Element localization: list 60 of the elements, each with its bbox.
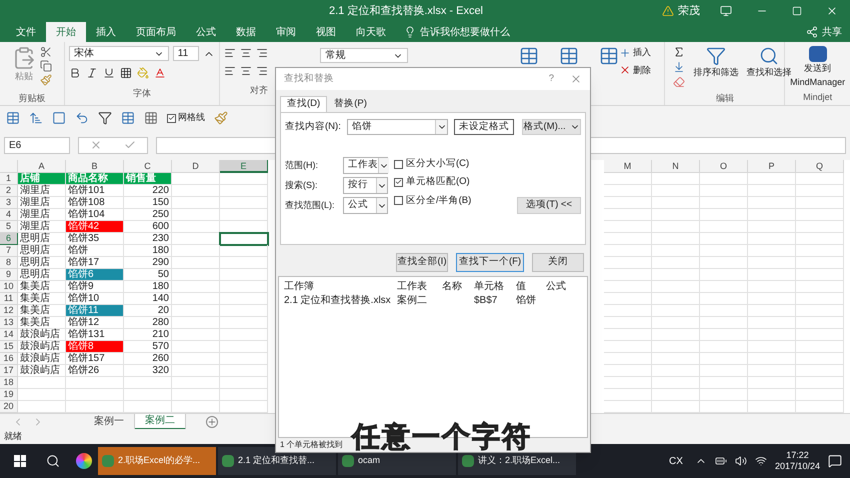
table-cell: 馅饼108 bbox=[66, 197, 124, 209]
group-label: 对齐 bbox=[250, 84, 269, 97]
table-cell: 馅饼42 bbox=[66, 221, 124, 233]
table-cell: 集美店 bbox=[18, 281, 66, 293]
table-cell: 鼓浪屿店 bbox=[18, 365, 66, 377]
table-cell: 商品名称 bbox=[66, 173, 124, 185]
table-cell: 馅饼101 bbox=[66, 185, 124, 197]
table-cell: 馅饼12 bbox=[66, 317, 124, 329]
table-cell: 230 bbox=[124, 233, 172, 245]
table-cell: 集美店 bbox=[18, 293, 66, 305]
table-cell: 290 bbox=[124, 257, 172, 269]
group-label: 字体 bbox=[132, 87, 151, 100]
table-cell: 馅饼8 bbox=[66, 341, 124, 353]
table-cell: 湖里店 bbox=[18, 197, 66, 209]
option-text: 区分大小写(C) bbox=[406, 157, 470, 171]
group-label: Mindjet bbox=[803, 91, 832, 104]
table-cell: 思明店 bbox=[18, 245, 66, 257]
table-cell: 馅饼6 bbox=[66, 269, 124, 281]
table-cell: 鼓浪屿店 bbox=[18, 353, 66, 365]
find-label: 查找内容(N): bbox=[285, 120, 341, 134]
table-cell: 280 bbox=[124, 317, 172, 329]
table-cell: 220 bbox=[124, 185, 172, 197]
table-cell: 600 bbox=[124, 221, 172, 233]
dialog-title: 查找和替换 bbox=[284, 72, 335, 86]
option-text: 区分全/半角(B) bbox=[406, 194, 472, 208]
table-cell: 180 bbox=[124, 245, 172, 257]
option-label: 查找范围(L): bbox=[285, 198, 336, 212]
table-cell: 馅饼35 bbox=[66, 233, 124, 245]
table-cell: 250 bbox=[124, 209, 172, 221]
table-cell: 馅饼26 bbox=[66, 365, 124, 377]
table-cell: 570 bbox=[124, 341, 172, 353]
table-cell: 260 bbox=[124, 353, 172, 365]
table-cell: 150 bbox=[124, 197, 172, 209]
option-label: 范围(H): bbox=[285, 158, 319, 172]
table-cell: 思明店 bbox=[18, 257, 66, 269]
format-preview: 未设定格式 bbox=[454, 119, 514, 135]
table-cell: 210 bbox=[124, 329, 172, 341]
table-cell: 湖里店 bbox=[18, 209, 66, 221]
table-cell: 140 bbox=[124, 293, 172, 305]
table-cell: 50 bbox=[124, 269, 172, 281]
status-text: 就绪 bbox=[4, 430, 22, 443]
option-text: 单元格匹配(O) bbox=[406, 175, 470, 190]
table-cell: 320 bbox=[124, 365, 172, 377]
table-cell: 销售量 bbox=[124, 173, 172, 185]
table-cell: 思明店 bbox=[18, 233, 66, 245]
table-cell: 湖里店 bbox=[18, 185, 66, 197]
table-cell: 店铺 bbox=[18, 173, 66, 185]
table-cell: 馅饼 bbox=[66, 245, 124, 257]
table-cell: 180 bbox=[124, 281, 172, 293]
table-cell: 集美店 bbox=[18, 317, 66, 329]
table-cell: 馅饼9 bbox=[66, 281, 124, 293]
table-cell: 馅饼11 bbox=[66, 305, 124, 317]
group-label: 编辑 bbox=[716, 92, 734, 104]
option-label: 搜索(S): bbox=[285, 178, 318, 192]
gridlines-label: 网格线 bbox=[178, 111, 205, 124]
table-cell: 馅饼157 bbox=[66, 353, 124, 365]
table-cell: 鼓浪屿店 bbox=[18, 329, 66, 341]
window-title: 2.1 定位和查找替换.xlsx - Excel bbox=[328, 4, 484, 19]
group-label: 剪贴板 bbox=[18, 92, 46, 104]
table-cell: 20 bbox=[124, 305, 172, 317]
